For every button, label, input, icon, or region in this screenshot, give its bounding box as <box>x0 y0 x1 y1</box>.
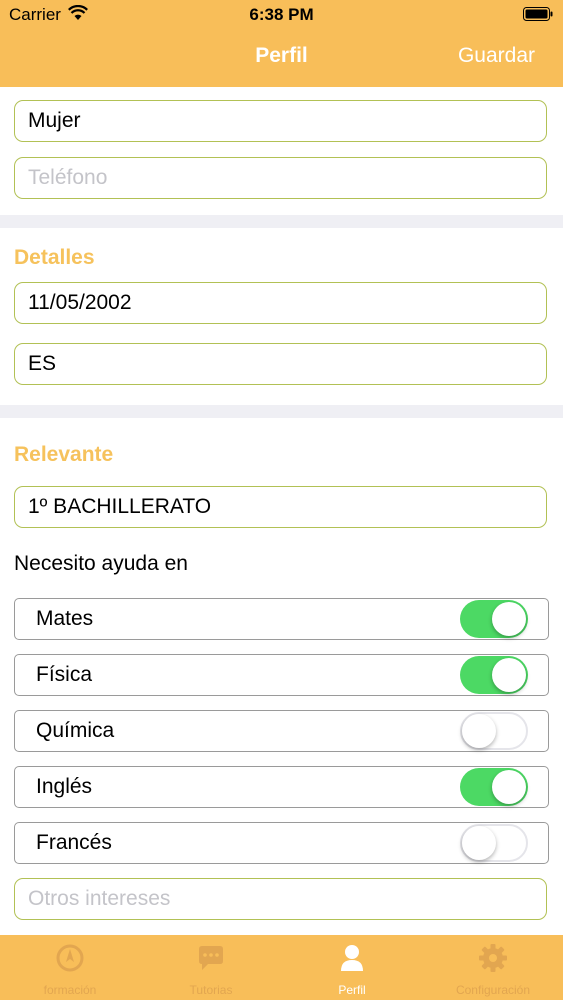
details-section: Detalles 11/05/2002 ES <box>0 228 563 405</box>
status-time: 6:38 PM <box>249 5 314 24</box>
person-icon <box>341 945 363 971</box>
tab-tutorias[interactable]: Tutorias <box>141 935 281 1000</box>
subject-row-quimica: Química <box>14 710 549 752</box>
subject-label: Mates <box>36 607 94 630</box>
compass-icon <box>56 944 84 972</box>
navigation-bar: Perfil Guardar <box>0 30 563 87</box>
chat-bubble-icon <box>199 946 223 970</box>
switch-knob <box>462 714 496 748</box>
tab-label: Perfil <box>338 983 366 997</box>
subject-row-ingles: Inglés <box>14 766 549 808</box>
status-bar: Carrier 6:38 PM <box>0 0 563 30</box>
quimica-toggle[interactable] <box>460 712 528 750</box>
fisica-toggle[interactable] <box>460 656 528 694</box>
tab-bar: formación Tutorias Perfil Configuración <box>0 935 563 1000</box>
switch-knob <box>492 770 526 804</box>
relevant-section: Relevante 1º BACHILLERATO Necesito ayuda… <box>0 418 563 935</box>
country-field[interactable]: ES <box>14 343 547 385</box>
subject-row-frances: Francés <box>14 822 549 864</box>
details-header: Detalles <box>14 246 95 269</box>
tab-perfil[interactable]: Perfil <box>282 935 422 1000</box>
subject-row-mates: Mates <box>14 598 549 640</box>
tab-formacion[interactable]: formación <box>0 935 140 1000</box>
save-button[interactable]: Guardar <box>458 44 535 68</box>
gender-field[interactable]: Mujer <box>14 100 547 142</box>
frances-toggle[interactable] <box>460 824 528 862</box>
subject-label: Química <box>36 719 115 742</box>
contact-section: Mujer <box>0 87 563 215</box>
tab-label: formación <box>43 983 97 997</box>
other-interests-field[interactable] <box>14 878 547 920</box>
gear-icon <box>479 944 507 972</box>
tab-label: Tutorias <box>189 983 233 997</box>
tab-label: Configuración <box>455 983 531 997</box>
subject-label: Francés <box>36 831 112 854</box>
help-label: Necesito ayuda en <box>14 552 188 575</box>
mates-toggle[interactable] <box>460 600 528 638</box>
birthdate-field[interactable]: 11/05/2002 <box>14 282 547 324</box>
tab-configuracion[interactable]: Configuración <box>423 935 563 1000</box>
subject-row-fisica: Física <box>14 654 549 696</box>
course-field[interactable]: 1º BACHILLERATO <box>14 486 547 528</box>
ingles-toggle[interactable] <box>460 768 528 806</box>
switch-knob <box>462 826 496 860</box>
switch-knob <box>492 658 526 692</box>
relevant-header: Relevante <box>14 443 114 466</box>
subject-label: Física <box>36 663 93 686</box>
switch-knob <box>492 602 526 636</box>
subject-label: Inglés <box>36 775 93 798</box>
phone-field[interactable] <box>14 157 547 199</box>
battery-icon <box>523 7 553 21</box>
